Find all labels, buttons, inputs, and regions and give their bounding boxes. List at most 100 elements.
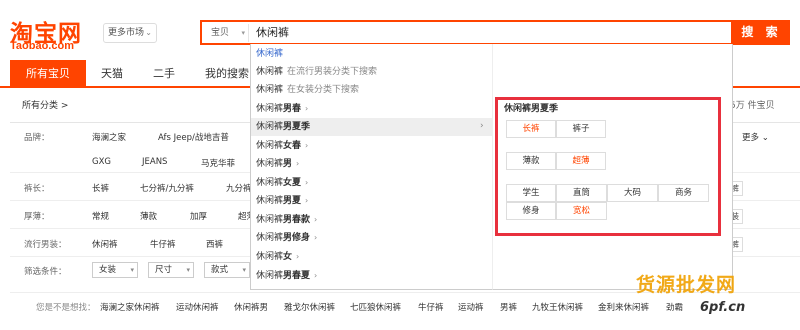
suggestion-text: 休闲裤 xyxy=(256,196,284,206)
taobao-logo-en[interactable]: Taobao.com xyxy=(10,40,74,52)
brand-option[interactable]: 海澜之家 xyxy=(92,131,126,143)
chevron-right-icon: › xyxy=(296,159,300,168)
suggestion-item[interactable]: 休闲裤女春 › xyxy=(251,137,492,155)
chevron-right-icon: › xyxy=(314,233,318,242)
facet-title: 休闲裤男夏季 xyxy=(504,104,559,114)
search-input[interactable]: 休闲裤 xyxy=(256,24,289,42)
length-option[interactable]: 九分裤 xyxy=(226,182,252,194)
brand-option[interactable]: GXG xyxy=(92,157,111,167)
chevron-right-icon: › xyxy=(305,141,309,150)
filter-dropdown-women[interactable]: 女装 ▾ xyxy=(92,262,138,278)
suggestion-text: 休闲裤 xyxy=(256,252,284,262)
suggestion-bold: 男夏 xyxy=(283,196,302,206)
suggestion-text: 休闲裤 xyxy=(256,178,284,188)
related-item[interactable]: 劲霸 xyxy=(666,301,683,313)
related-item[interactable]: 雅戈尔休闲裤 xyxy=(284,301,335,313)
chevron-right-icon: › xyxy=(305,196,309,205)
suggestion-item[interactable]: 休闲裤 xyxy=(251,45,492,63)
filter-dropdown-size[interactable]: 尺寸 ▾ xyxy=(148,262,194,278)
suggestion-bold: 女夏 xyxy=(283,178,302,188)
search-category-select[interactable]: 宝贝 ▾ xyxy=(205,24,249,42)
related-item[interactable]: 九牧王休闲裤 xyxy=(532,301,583,313)
facet-chip[interactable]: 长裤 xyxy=(506,120,556,138)
tab-secondhand[interactable]: 二手 xyxy=(140,60,188,88)
length-option[interactable]: 长裤 xyxy=(92,182,109,194)
suggestion-item-highlighted[interactable]: 休闲裤男夏季 xyxy=(251,118,492,136)
brand-option[interactable]: 马克华菲 xyxy=(201,157,235,169)
tab-tmall[interactable]: 天猫 xyxy=(88,60,136,88)
suggestion-text: 休闲裤 xyxy=(256,85,284,95)
thickness-option[interactable]: 薄款 xyxy=(140,210,157,222)
facet-chip[interactable]: 宽松 xyxy=(556,202,607,220)
suggestion-item[interactable]: 休闲裤 在流行男装分类下搜索 xyxy=(251,63,492,81)
suggestion-item[interactable]: 休闲裤女 › xyxy=(251,248,492,266)
length-option[interactable]: 七分裤/九分裤 xyxy=(140,182,194,194)
suggestion-text: 休闲裤 xyxy=(256,215,284,225)
filter-dropdown-label: 尺寸 xyxy=(155,265,173,275)
popular-option[interactable]: 休闲裤 xyxy=(92,238,118,250)
related-item[interactable]: 牛仔裤 xyxy=(418,301,444,313)
brand-option[interactable]: JEANS xyxy=(142,157,167,167)
watermark-url: 6pf.cn xyxy=(700,300,746,315)
suggestion-item[interactable]: 休闲裤男春 › xyxy=(251,100,492,118)
popular-option[interactable]: 牛仔裤 xyxy=(150,238,176,250)
related-item[interactable]: 运动休闲裤 xyxy=(176,301,219,313)
facet-chip[interactable]: 修身 xyxy=(506,202,556,220)
filter-dropdown-style[interactable]: 款式 ▾ xyxy=(204,262,250,278)
suggestion-text: 休闲裤 xyxy=(256,67,284,77)
suggestion-bold: 女 xyxy=(283,252,293,262)
search-button[interactable]: 搜 索 xyxy=(733,20,790,45)
suggestion-item[interactable]: 休闲裤男修身 › xyxy=(251,229,492,247)
suggestion-hint: 在流行男装分类下搜索 xyxy=(287,67,378,77)
filter-dropdown-label: 款式 xyxy=(211,265,229,275)
chevron-down-icon: ▾ xyxy=(242,266,246,274)
suggestion-item[interactable]: 休闲裤 在女装分类下搜索 xyxy=(251,81,492,99)
facet-chip[interactable]: 薄款 xyxy=(506,152,556,170)
thickness-option[interactable]: 常规 xyxy=(92,210,109,222)
suggestion-text: 休闲裤 xyxy=(256,104,284,114)
facet-chip[interactable]: 大码 xyxy=(607,184,658,202)
breadcrumb[interactable]: 所有分类 > xyxy=(22,98,68,111)
suggestion-text: 休闲裤 xyxy=(256,233,284,243)
chevron-down-icon: ⌄ xyxy=(145,28,152,37)
facet-chip[interactable]: 直筒 xyxy=(556,184,607,202)
suggestion-item[interactable]: 休闲裤男夏 › xyxy=(251,192,492,210)
related-item[interactable]: 运动裤 xyxy=(458,301,484,313)
suggestion-text: 休闲裤 xyxy=(256,122,284,132)
related-item[interactable]: 七匹狼休闲裤 xyxy=(350,301,401,313)
suggestion-item[interactable]: 休闲裤男春款 › xyxy=(251,211,492,229)
facet-chip[interactable]: 商务 xyxy=(658,184,709,202)
thickness-option[interactable]: 加厚 xyxy=(190,210,207,222)
suggestion-item[interactable]: 休闲裤男春夏 › xyxy=(251,267,492,285)
suggestion-bold: 男 xyxy=(283,159,293,169)
thickness-label: 厚薄： xyxy=(24,212,50,222)
brand-option[interactable]: Afs Jeep/战地吉普 xyxy=(158,131,229,143)
suggestion-item[interactable]: 休闲裤男 › xyxy=(251,155,492,173)
suggestion-text: 休闲裤 xyxy=(256,49,284,59)
facet-chip[interactable]: 超薄 xyxy=(556,152,606,170)
tab-all-items[interactable]: 所有宝贝 xyxy=(10,60,86,88)
length-label: 裤长： xyxy=(24,184,50,194)
suggestion-bold: 男春款 xyxy=(283,215,311,225)
facet-chip[interactable]: 学生 xyxy=(506,184,556,202)
related-item[interactable]: 休闲裤男 xyxy=(234,301,268,313)
related-item[interactable]: 男裤 xyxy=(500,301,517,313)
related-item[interactable]: 海澜之家休闲裤 xyxy=(100,301,160,313)
chevron-right-icon: › xyxy=(314,215,318,224)
chevron-down-icon: ▾ xyxy=(241,29,245,37)
suggestion-bold: 男春夏 xyxy=(283,271,311,281)
chevron-down-icon: ⌄ xyxy=(761,133,769,143)
chevron-right-icon: › xyxy=(305,104,309,113)
more-markets-label: 更多市场 xyxy=(108,28,145,38)
more-brands-button[interactable]: 更多 ⌄ xyxy=(742,131,778,145)
more-markets-dropdown[interactable]: 更多市场 ⌄ xyxy=(103,23,157,43)
facet-chip[interactable]: 裤子 xyxy=(556,120,606,138)
filter-label: 筛选条件： xyxy=(24,267,67,277)
suggestion-text: 休闲裤 xyxy=(256,271,284,281)
related-item[interactable]: 金利来休闲裤 xyxy=(598,301,649,313)
popular-option[interactable]: 西裤 xyxy=(206,238,223,250)
suggestion-item[interactable]: 休闲裤女夏 › xyxy=(251,174,492,192)
search-category-label: 宝贝 xyxy=(211,28,230,38)
chevron-right-icon: › xyxy=(296,252,300,261)
tab-my-search[interactable]: 我的搜索 xyxy=(196,60,258,88)
